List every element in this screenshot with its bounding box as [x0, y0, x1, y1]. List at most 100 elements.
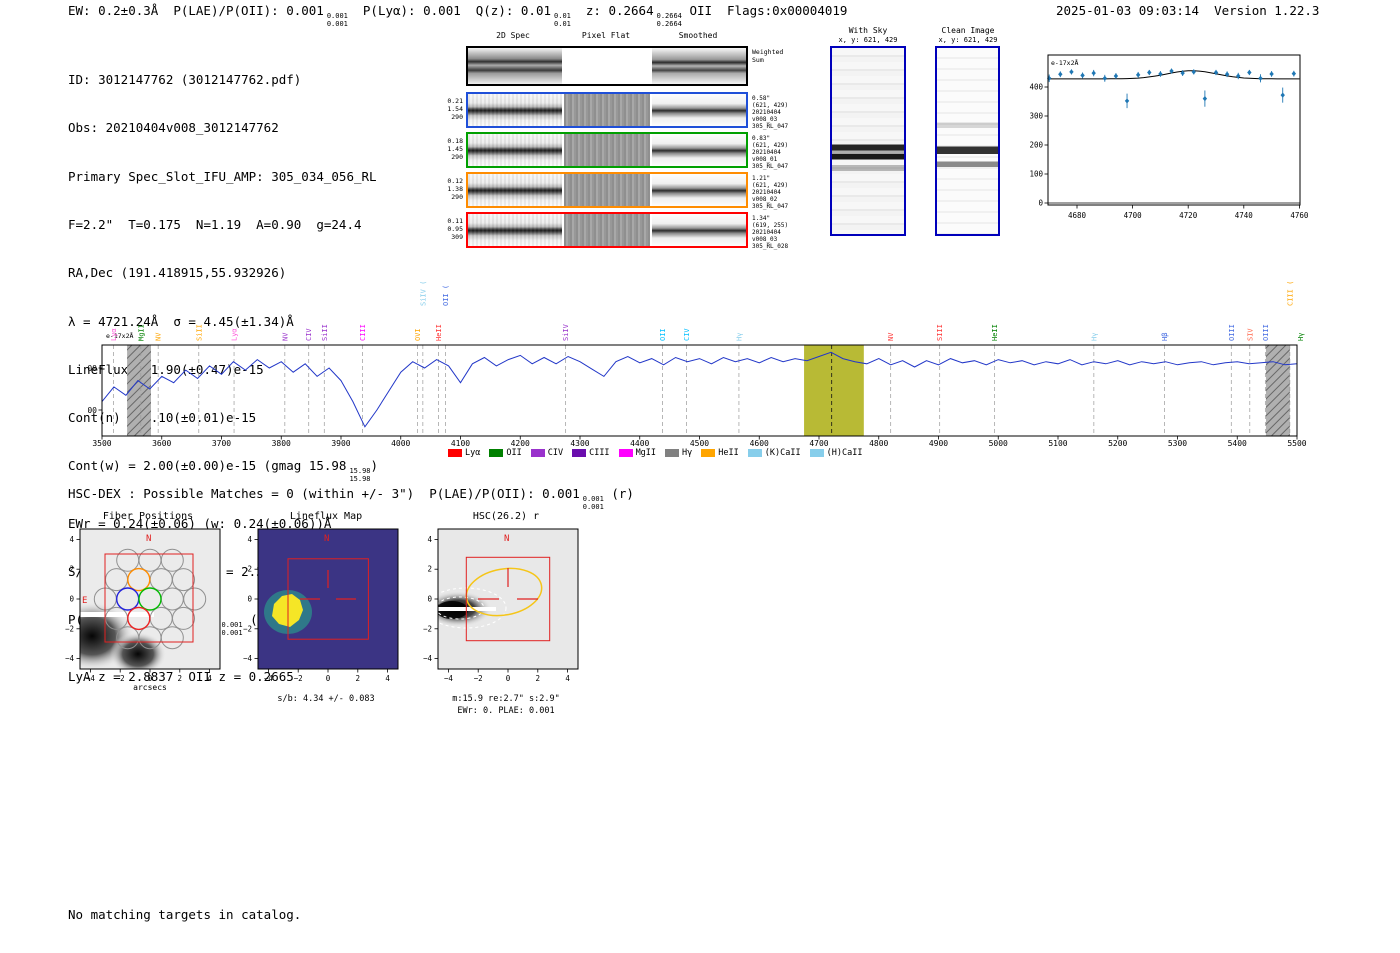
masked-band-hatch: [1266, 345, 1290, 436]
line-marker-label: Lyα: [110, 328, 118, 341]
line-marker-label: NV: [281, 332, 289, 341]
x-tick-label: −4: [444, 674, 454, 683]
line-marker-label: SiIV (: [419, 281, 427, 306]
lineflux-panel-title: Lineflux Map: [241, 511, 411, 522]
cutout-2dspec-image: [468, 174, 562, 206]
cutout-row: [466, 92, 748, 128]
x-tick-label: 3500: [92, 439, 111, 448]
data-point: [1103, 76, 1107, 81]
legend-item: CIV: [531, 448, 563, 458]
cutout-smoothed-image: [652, 174, 746, 206]
y-tick-label: 300: [1029, 112, 1043, 121]
plya-stat: P(Lyα): 0.001: [363, 3, 461, 18]
y-tick-label: 200: [1029, 141, 1043, 150]
line-marker-label: Hγ: [1297, 333, 1305, 341]
col-header-smoothed: Smoothed: [652, 31, 744, 40]
footer-line-1: No matching targets in catalog.: [68, 907, 301, 923]
y-tick-label: −2: [423, 624, 432, 633]
cutout-row-meta: 0.58"(621, 429)20210404v008_03305_RL_047: [752, 95, 798, 130]
data-point: [1091, 70, 1095, 75]
cutout-row-meta: 1.34"(619, 255)20210404v008_03305_RL_028: [752, 215, 798, 250]
y-tick-label: −4: [423, 654, 433, 663]
line-marker-label: OIII: [1262, 324, 1270, 341]
legend-label: (K)CaII: [765, 448, 801, 458]
cutout-row-meta: 0.83"(621, 429)20210404v008_01305_RL_047: [752, 135, 798, 170]
fiber-xlabel: arcsecs: [133, 683, 167, 692]
line-marker-label: MgII: [137, 324, 145, 341]
x-tick-label: −2: [474, 674, 483, 683]
data-point: [1192, 69, 1196, 74]
version: Version 1.22.3: [1214, 3, 1319, 18]
legend-swatch: [748, 449, 762, 457]
x-tick-label: 4: [207, 674, 212, 683]
line-marker-label: NV: [155, 332, 163, 341]
x-tick-label: 3800: [272, 439, 291, 448]
x-tick-label: 4200: [511, 439, 530, 448]
legend-item: CIII: [572, 448, 609, 458]
cutout-row: [466, 46, 748, 86]
legend-label: OII: [506, 448, 521, 458]
legend-swatch: [531, 449, 545, 457]
line-marker-label: CIII (: [1286, 281, 1294, 306]
north-label: N: [146, 534, 151, 544]
info-obs: Obs: 20210404v008_3012147762: [68, 120, 378, 136]
hsc-image-panel: N −4−4−2−2002244: [408, 524, 593, 694]
legend-item: OII: [489, 448, 521, 458]
cutout-row-meta: 1.21"(621, 429)20210404v008_02305_RL_047: [752, 175, 798, 210]
timestamp-version: 2025-01-03 09:03:14 Version 1.22.3: [1056, 3, 1319, 18]
spectrum-legend: LyαOIICIVCIIIMgIIHγHeII(K)CaII(H)CaII: [448, 448, 862, 458]
data-point: [1114, 73, 1118, 78]
gmag-range: 15.9815.98: [349, 468, 370, 483]
y-tick-label: 100: [1029, 170, 1043, 179]
line-marker-label: Hβ: [1161, 333, 1169, 341]
x-tick-label: 4500: [690, 439, 709, 448]
y-tick-label: 4: [247, 535, 252, 544]
z-line-type: OII: [689, 3, 712, 18]
masked-streak: [80, 612, 154, 617]
with-sky-xy: x, y: 621, 429: [820, 36, 916, 44]
line-marker-label: SIV: [1246, 328, 1254, 341]
z-stat: z: 0.26640.26640.2664 OII: [586, 3, 712, 18]
line-marker-label: OII (: [442, 285, 450, 306]
z-range: 0.26640.2664: [657, 13, 682, 28]
cutout-2dspec-image: [468, 134, 562, 166]
cutout-pixelflat-image: [564, 94, 650, 126]
x-tick-label: 4100: [451, 439, 470, 448]
legend-swatch: [489, 449, 503, 457]
x-tick-label: 5500: [1287, 439, 1306, 448]
fiber-panel-title: Fiber Positions: [63, 511, 233, 522]
line-marker-label: Hγ: [1090, 333, 1098, 341]
data-point: [1292, 71, 1296, 76]
plae-range: 0.0010.001: [327, 13, 348, 28]
data-point: [1203, 96, 1207, 101]
legend-label: (H)CaII: [827, 448, 863, 458]
line-marker-label: HeII: [435, 324, 443, 341]
legend-item: (H)CaII: [810, 448, 863, 458]
y-tick-label: 2: [427, 565, 432, 574]
y-tick-label: −4: [65, 654, 75, 663]
cutout-row: [466, 212, 748, 248]
zoom-axes-box: [1048, 55, 1300, 205]
with-sky-title: With Sky: [820, 26, 916, 35]
x-tick-label: 5000: [989, 439, 1008, 448]
legend-swatch: [665, 449, 679, 457]
legend-label: Lyα: [465, 448, 480, 458]
timestamp: 2025-01-03 09:03:14: [1056, 3, 1199, 18]
cutout-2dspec-image: [468, 94, 562, 126]
cutout-row-stats: 0.211.54290: [436, 97, 463, 121]
x-tick-label: −2: [116, 674, 125, 683]
line-marker-label: Lyα: [231, 328, 239, 341]
data-point: [1136, 72, 1140, 77]
flags-stat: Flags:0x00004019: [727, 3, 847, 18]
x-tick-label: 4300: [570, 439, 589, 448]
y-tick-label: 4: [69, 535, 74, 544]
line-marker-label: NV: [887, 332, 895, 341]
data-point: [1281, 93, 1285, 98]
x-tick-label: −2: [294, 674, 303, 683]
footer-notes: No matching targets in catalog. Row inte…: [68, 876, 301, 953]
plae-value: P(LAE)/P(OII): 0.001: [173, 3, 324, 18]
cutout-2dspec-image: [468, 48, 562, 84]
x-tick-label: 4680: [1068, 211, 1087, 220]
legend-label: MgII: [636, 448, 656, 458]
x-tick-label: 4: [565, 674, 570, 683]
